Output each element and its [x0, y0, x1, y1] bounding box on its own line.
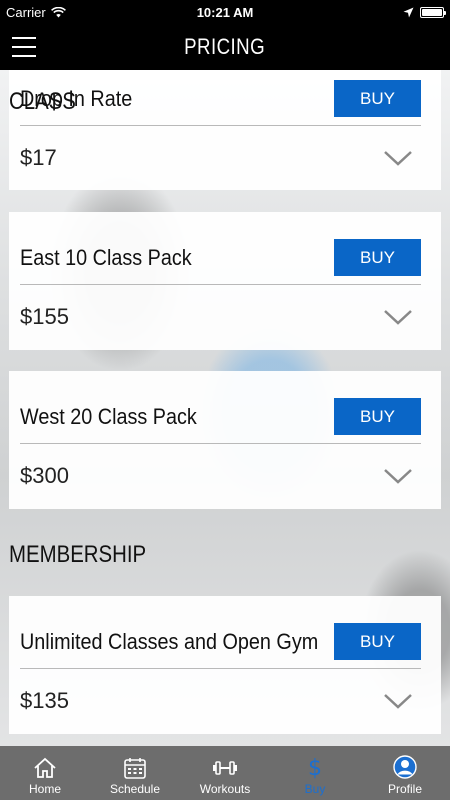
tab-label: Profile [387, 782, 422, 796]
card-title: Unlimited Classes and Open Gym [20, 629, 319, 654]
card-divider [20, 284, 421, 285]
chevron-down-icon[interactable] [383, 692, 413, 710]
home-icon [34, 757, 56, 778]
card-price: $155 [20, 304, 69, 329]
chevron-down-icon[interactable] [383, 467, 413, 485]
card-price: $300 [20, 463, 69, 488]
battery-icon [420, 6, 446, 18]
chevron-down-icon[interactable] [383, 149, 413, 167]
tab-bar: Home Schedule Workouts $ Buy Profile [0, 746, 450, 800]
dollar-icon: $ [308, 756, 322, 779]
status-right [403, 6, 446, 18]
svg-text:$: $ [308, 756, 322, 779]
battery-fill [422, 8, 442, 16]
location-arrow-icon [403, 7, 414, 17]
status-bar: Carrier 10:21 AM [0, 0, 450, 24]
tab-label: Schedule [109, 782, 161, 796]
card-title: West 20 Class Pack [20, 404, 197, 429]
nav-bar: PRICING [0, 24, 450, 70]
tab-buy[interactable]: $ Buy [270, 746, 360, 800]
tab-label: Workouts [199, 782, 251, 796]
card-price: $17 [20, 145, 57, 170]
card-divider [20, 125, 421, 126]
pricing-content[interactable]: Drop In Rate BUY $17 CLASS East 10 Class… [0, 70, 450, 746]
tab-profile[interactable]: Profile [360, 746, 450, 800]
buy-button[interactable]: BUY [334, 239, 421, 276]
carrier-label: Carrier [6, 4, 46, 20]
card-divider [20, 668, 421, 669]
dumbbell-icon [213, 761, 237, 775]
tab-label: Buy [304, 782, 326, 796]
chevron-down-icon[interactable] [383, 308, 413, 326]
section-header-membership: MEMBERSHIP [9, 541, 147, 568]
buy-button[interactable]: BUY [334, 623, 421, 660]
wifi-icon [50, 6, 66, 17]
card-divider [20, 443, 421, 444]
calendar-icon [124, 758, 146, 779]
card-title: East 10 Class Pack [20, 245, 192, 270]
pricing-card-unlimited: Unlimited Classes and Open Gym BUY $135 [9, 596, 441, 734]
pricing-card-east-10: East 10 Class Pack BUY $155 [9, 212, 441, 350]
profile-icon [393, 755, 417, 779]
status-left: Carrier [6, 5, 66, 20]
tab-label: Home [28, 782, 61, 796]
status-time: 10:21 AM [196, 4, 254, 20]
menu-icon[interactable] [12, 37, 36, 57]
pricing-card-west-20: West 20 Class Pack BUY $300 [9, 371, 441, 509]
buy-button[interactable]: BUY [334, 398, 421, 435]
tab-home[interactable]: Home [0, 746, 90, 800]
tab-schedule[interactable]: Schedule [90, 746, 180, 800]
card-price: $135 [20, 688, 69, 713]
section-header-class: CLASS [9, 88, 76, 115]
tab-workouts[interactable]: Workouts [180, 746, 270, 800]
buy-button[interactable]: BUY [334, 80, 421, 117]
page-title: PRICING [184, 34, 266, 59]
